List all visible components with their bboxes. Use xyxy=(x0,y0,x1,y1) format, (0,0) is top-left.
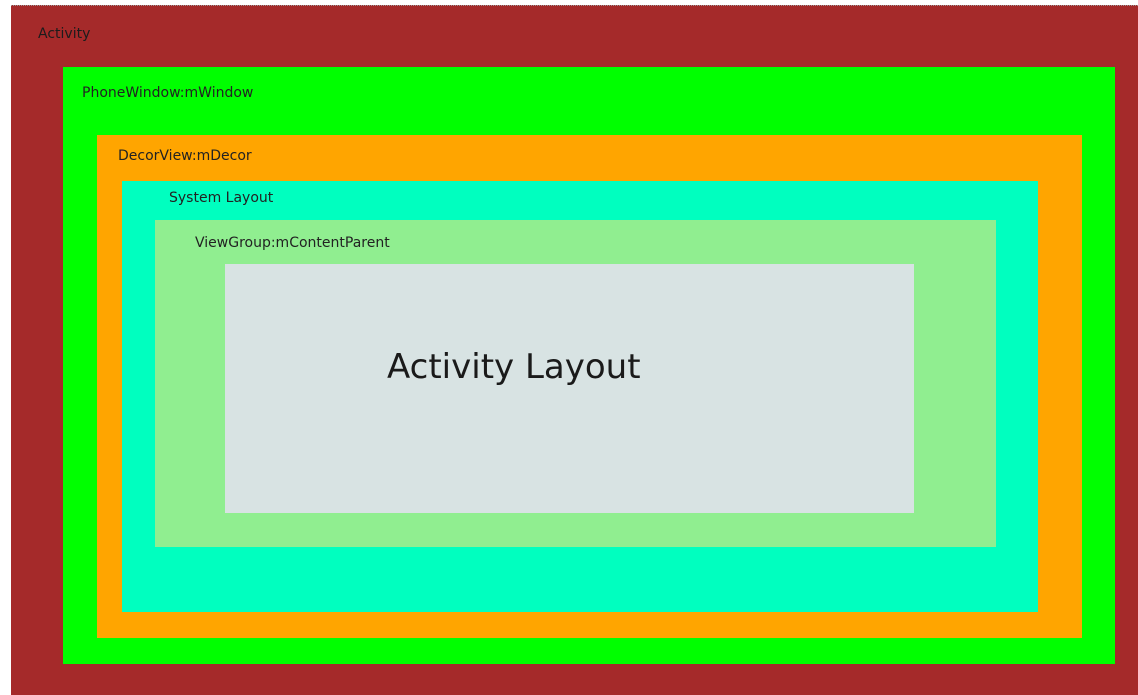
diagram-canvas: Activity PhoneWindow:mWindow DecorView:m… xyxy=(0,0,1138,695)
activity-label: Activity xyxy=(38,26,91,42)
activity-layout-label: Activity Layout xyxy=(387,347,641,387)
activity-layout-box: Activity Layout xyxy=(225,264,914,513)
system-layout-label: System Layout xyxy=(169,190,274,206)
decorview-box: DecorView:mDecor System Layout ViewGroup… xyxy=(97,135,1082,638)
viewgroup-label: ViewGroup:mContentParent xyxy=(195,235,390,251)
phonewindow-label: PhoneWindow:mWindow xyxy=(82,85,254,101)
activity-box: Activity PhoneWindow:mWindow DecorView:m… xyxy=(11,5,1138,695)
phonewindow-box: PhoneWindow:mWindow DecorView:mDecor Sys… xyxy=(63,67,1115,664)
viewgroup-box: ViewGroup:mContentParent Activity Layout xyxy=(155,220,996,547)
decorview-label: DecorView:mDecor xyxy=(118,148,252,164)
system-layout-box: System Layout ViewGroup:mContentParent A… xyxy=(122,181,1038,612)
